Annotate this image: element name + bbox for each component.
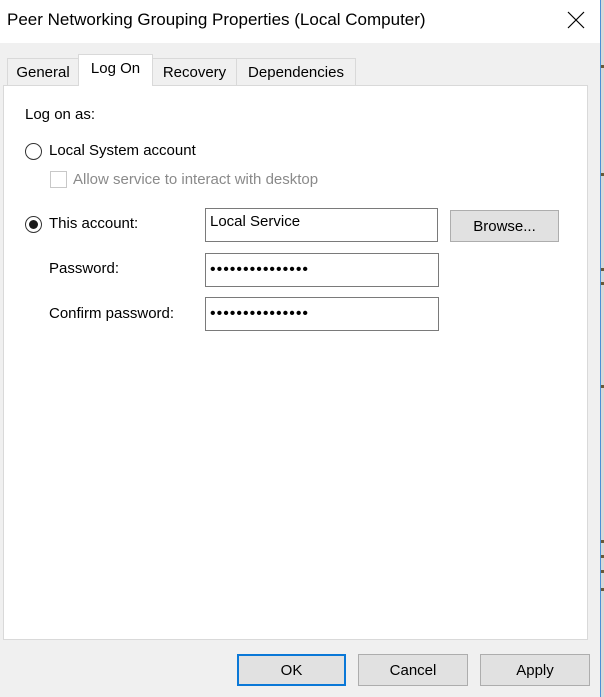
- tab-log-on[interactable]: Log On: [78, 54, 153, 86]
- tab-label: General: [16, 63, 70, 81]
- interact-desktop-checkbox[interactable]: [50, 171, 67, 188]
- tab-general[interactable]: General: [7, 58, 79, 85]
- ok-button[interactable]: OK: [237, 654, 346, 686]
- this-account-label[interactable]: This account:: [49, 215, 138, 232]
- tab-recovery[interactable]: Recovery: [152, 58, 237, 85]
- account-name-input[interactable]: Local Service: [205, 208, 438, 242]
- this-account-radio[interactable]: [25, 216, 42, 233]
- radio-selected-dot: [29, 220, 38, 229]
- password-label: Password:: [49, 260, 120, 277]
- apply-button[interactable]: Apply: [480, 654, 590, 686]
- tab-label: Log On: [90, 60, 141, 77]
- interact-desktop-label: Allow service to interact with desktop: [73, 171, 319, 188]
- confirm-password-label: Confirm password:: [49, 305, 175, 322]
- local-system-label[interactable]: Local System account: [49, 142, 196, 159]
- tab-label: Recovery: [162, 63, 227, 81]
- tab-label: Dependencies: [248, 63, 344, 81]
- log-on-as-heading: Log on as:: [25, 106, 96, 123]
- browse-button[interactable]: Browse...: [450, 210, 559, 242]
- log-on-panel: [3, 85, 588, 640]
- close-button[interactable]: [562, 6, 590, 34]
- window-title: Peer Networking Grouping Properties (Loc…: [7, 10, 426, 29]
- local-system-radio[interactable]: [25, 143, 42, 160]
- close-x-icon: [567, 11, 585, 29]
- confirm-password-input[interactable]: •••••••••••••••: [205, 297, 439, 331]
- tab-dependencies[interactable]: Dependencies: [236, 58, 356, 85]
- password-input[interactable]: •••••••••••••••: [205, 253, 439, 287]
- cancel-button[interactable]: Cancel: [358, 654, 468, 686]
